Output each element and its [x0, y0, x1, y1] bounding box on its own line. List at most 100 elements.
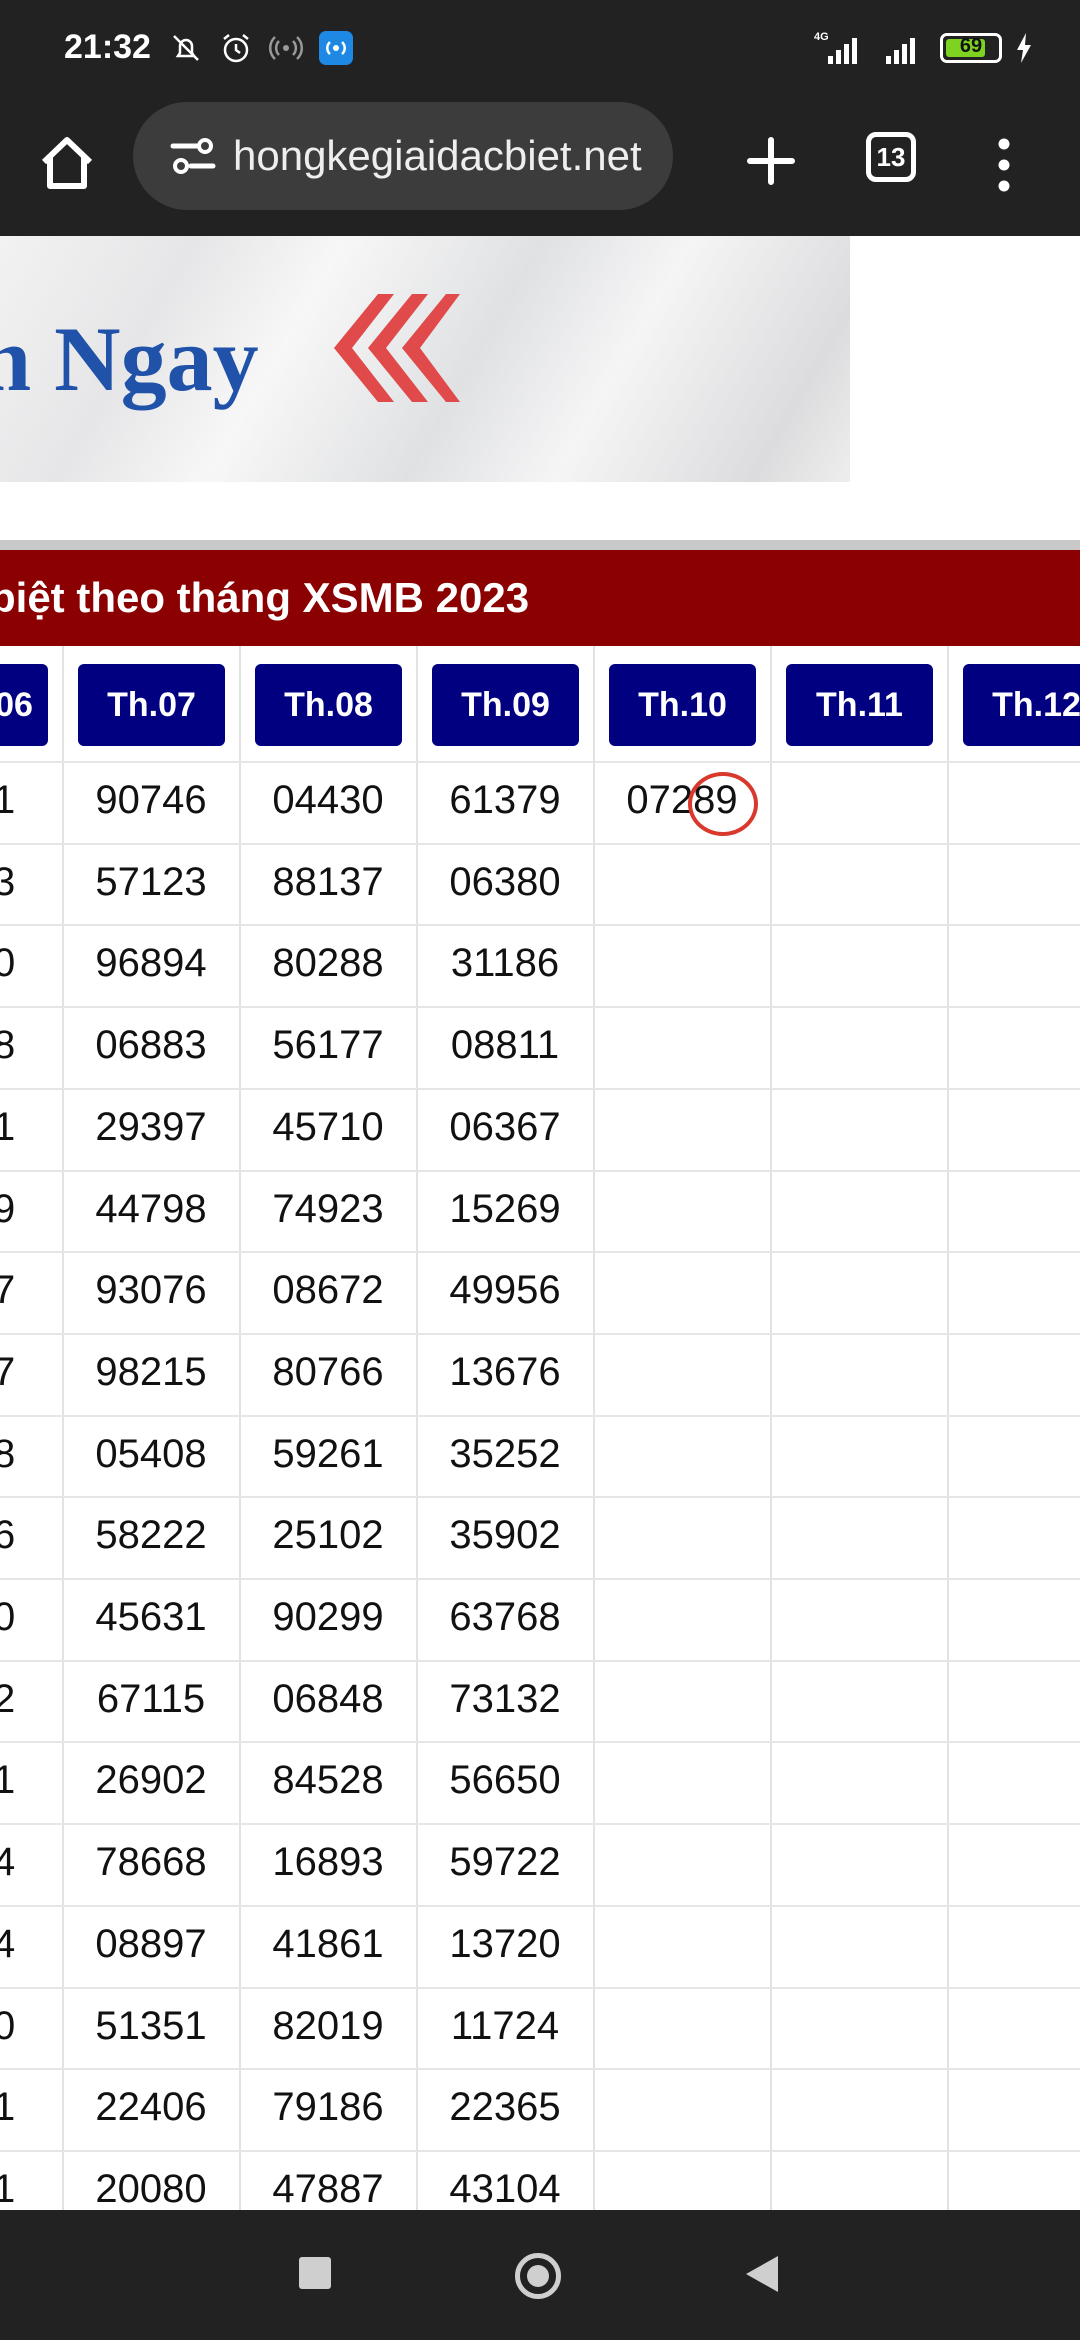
row-divider [0, 924, 1080, 927]
table-cell: 98215 [95, 1349, 207, 1394]
row-divider [0, 1169, 1080, 1172]
table-cell: 06367 [449, 1104, 561, 1149]
header-th09[interactable]: Th.09 [432, 664, 579, 746]
table-cell: 73132 [449, 1676, 561, 1721]
table-cell: 90299 [272, 1595, 384, 1639]
signal-icon: 4G [814, 31, 857, 64]
column-divider [593, 646, 595, 2210]
battery-level: 69 [959, 35, 983, 57]
row-divider [0, 2068, 1080, 2071]
battery-icon: 69 [940, 33, 1002, 63]
row-divider [0, 2149, 1080, 2152]
row-divider [0, 1578, 1080, 1580]
alarm-icon [223, 34, 249, 63]
home-button[interactable] [515, 2253, 561, 2299]
table-cell: 44798 [95, 1186, 207, 1231]
table-cell: 78668 [95, 1840, 207, 1885]
table-cell: 08672 [272, 1268, 384, 1313]
table-cell: 20080 [95, 2166, 207, 2210]
clock: 21:32 [64, 28, 151, 66]
table-cell: 06380 [449, 859, 561, 904]
recents-button[interactable] [299, 2257, 331, 2289]
table-cell: 15269 [449, 1186, 561, 1231]
table-cell: 22365 [449, 2085, 561, 2130]
header-th11[interactable]: Th.11 [786, 664, 933, 746]
header-th10[interactable]: Th.10 [609, 664, 756, 746]
table-cell: 57123 [95, 859, 207, 904]
browser-toolbar: hongkegiaidacbiet.net 13 [0, 100, 1080, 236]
more-menu-icon[interactable] [984, 130, 1024, 200]
table-cell: 35902 [449, 1513, 561, 1558]
row-divider [0, 1006, 1080, 1009]
column-divider [239, 646, 241, 2210]
status-bar: 21:32 4G 69 [0, 0, 1080, 100]
table-cell: 29397 [95, 1104, 207, 1149]
new-tab-icon[interactable] [734, 124, 808, 198]
wifi-hotspot-icon [319, 31, 353, 65]
row-divider [0, 1904, 1080, 1907]
table-cell: 88137 [272, 859, 384, 904]
table-cell: 26902 [95, 1758, 207, 1803]
chevron-left-logo [334, 294, 460, 402]
table-cell: 90746 [95, 778, 207, 822]
row-divider [0, 1332, 1080, 1335]
banner-text: n Ngay [0, 308, 259, 410]
row-divider [0, 1496, 1080, 1499]
table-cell: 67115 [96, 1676, 206, 1721]
header-th08[interactable]: Th.08 [255, 664, 402, 746]
table-cell: 58222 [95, 1513, 207, 1558]
table-cell: 56650 [449, 1758, 561, 1803]
section-divider [0, 540, 1080, 550]
table-cell: 45710 [272, 1104, 384, 1149]
column-divider [416, 646, 418, 2210]
svg-text:4G: 4G [814, 31, 829, 43]
header-th07[interactable]: Th.07 [78, 664, 225, 746]
table-cell: 13676 [449, 1349, 561, 1394]
row-divider [0, 1823, 1080, 1826]
row-divider [0, 1087, 1080, 1090]
table-cell: 93076 [95, 1268, 207, 1313]
charging-icon [1017, 33, 1031, 63]
hotspot-icon [268, 36, 304, 60]
header-th12[interactable]: Th.12 [963, 664, 1080, 746]
site-settings-icon[interactable] [167, 130, 219, 182]
tab-switcher-button[interactable]: 13 [866, 132, 916, 182]
table-cell: 25102 [272, 1513, 384, 1558]
table-title: biệt theo tháng XSMB 2023 [0, 550, 1080, 646]
results-table: 06 Th.07 Th.08 Th.09 Th.10 Th.11 Th.12 2… [0, 646, 1080, 2210]
row-divider [0, 1251, 1080, 1254]
row-divider [0, 1659, 1080, 1662]
table-cell: 04430 [272, 778, 384, 822]
column-divider [770, 646, 772, 2210]
url-text[interactable]: hongkegiaidacbiet.net [233, 132, 642, 180]
header-col-06[interactable]: 06 [0, 664, 48, 746]
highlight-circle [688, 772, 758, 836]
address-bar[interactable]: hongkegiaidacbiet.net [133, 102, 673, 210]
table-cell: 59722 [449, 1840, 561, 1885]
home-icon[interactable] [30, 126, 104, 200]
table-cell: 43104 [449, 2166, 561, 2210]
table-cell: 63768 [449, 1595, 561, 1639]
column-divider [947, 646, 949, 2210]
back-button[interactable] [744, 2254, 780, 2294]
table-cell: 79186 [272, 2085, 384, 2130]
site-banner: n Ngay [0, 236, 850, 482]
table-cell: 08811 [450, 1023, 560, 1068]
table-cell: 31186 [450, 941, 560, 986]
table-cell: 84528 [272, 1758, 384, 1803]
row-divider [0, 1414, 1080, 1417]
table-cell: 41861 [272, 1921, 384, 1966]
system-nav-bar [0, 2210, 1080, 2340]
table-cell: 74923 [272, 1186, 384, 1231]
table-cell: 61379 [449, 778, 561, 822]
table-cell: 06883 [95, 1023, 207, 1068]
table-cell: 06848 [272, 1676, 384, 1721]
table-cell: 82019 [272, 2003, 384, 2048]
table-cell: 13720 [449, 1921, 561, 1966]
table-cell: 59261 [272, 1431, 384, 1476]
row-divider [0, 761, 1080, 763]
table-cell: 47887 [272, 2166, 384, 2210]
table-cell: 05408 [95, 1431, 207, 1476]
table-cell: 11724 [450, 2003, 560, 2048]
table-cell: 35252 [449, 1431, 561, 1476]
